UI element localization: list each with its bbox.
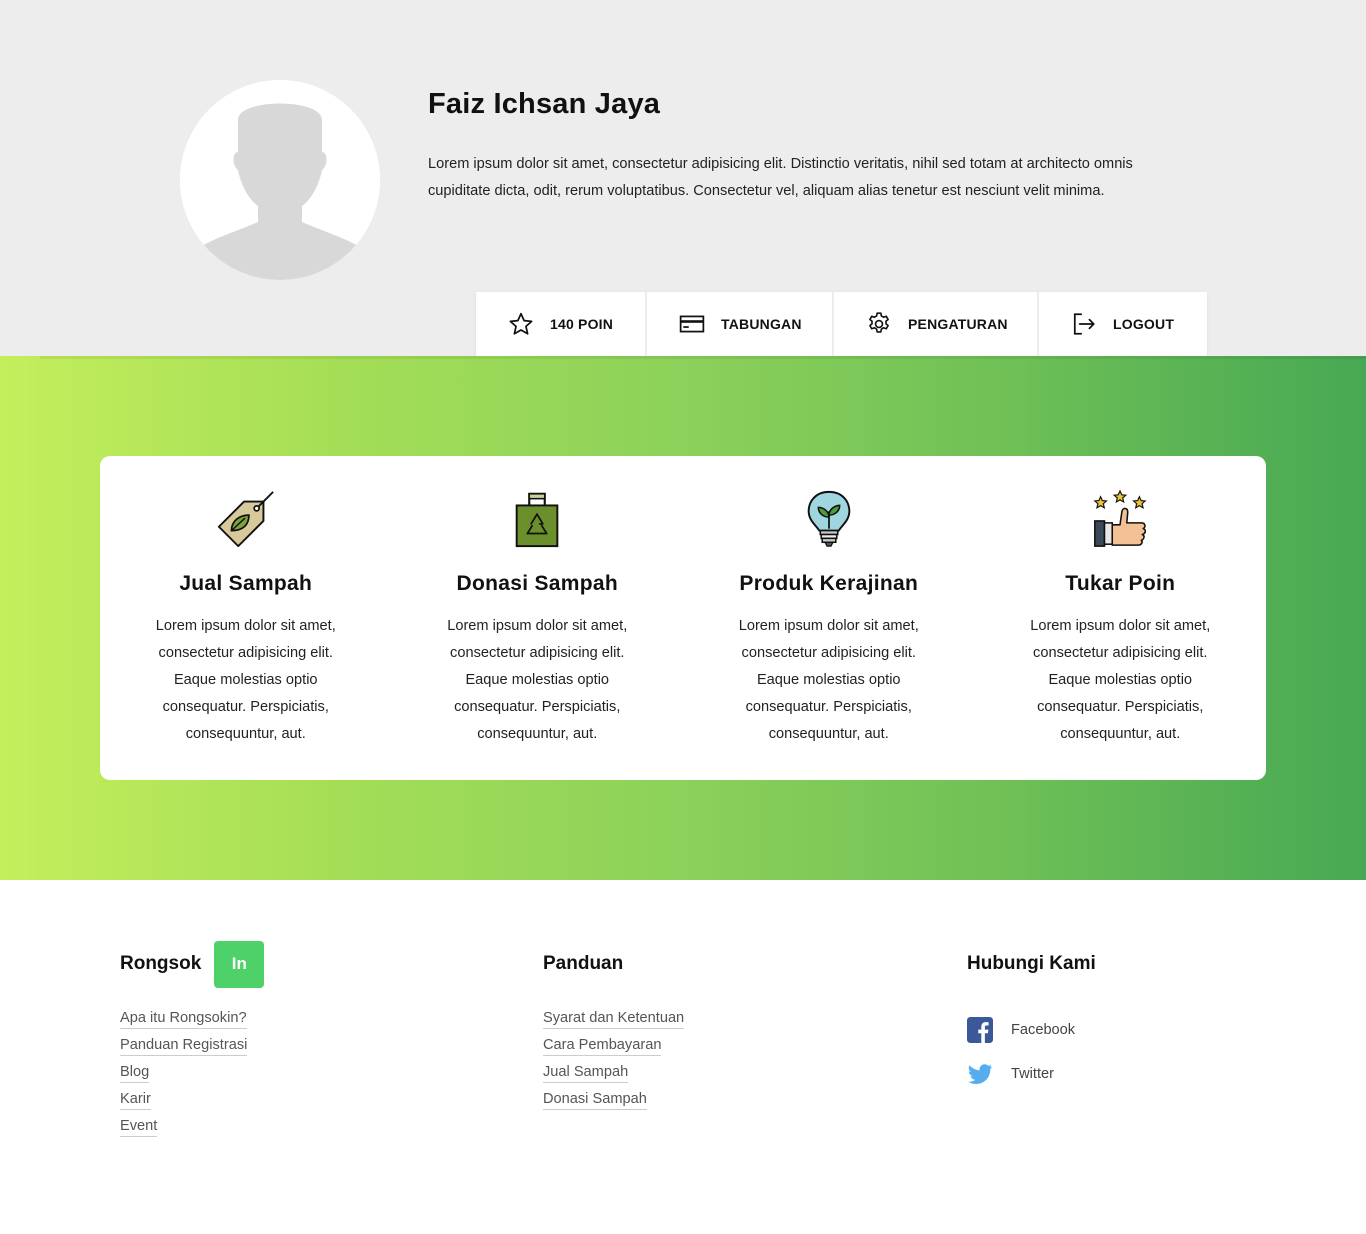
profile-header: Faiz Ichsan Jaya Lorem ipsum dolor sit a… [0,0,1366,356]
feature-description: Lorem ipsum dolor sit amet, consectetur … [1030,618,1211,742]
feature-description: Lorem ipsum dolor sit amet, consectetur … [738,618,919,742]
plant-bulb-icon [798,488,860,550]
features-card: Jual Sampah Lorem ipsum dolor sit amet, … [100,456,1266,780]
brand-badge: In [214,940,265,988]
guide-heading: Panduan [543,953,624,974]
logout-label: LOGOUT [1113,316,1175,332]
points-button[interactable]: 140 POIN [476,292,647,356]
footer-link[interactable]: Apa itu Rongsokin? [120,1008,247,1029]
feature-donasi-sampah[interactable]: Donasi Sampah Lorem ipsum dolor sit amet… [392,456,684,780]
settings-button[interactable]: PENGATURAN [834,292,1039,356]
profile-menu: 140 POIN TABUNGAN PENGATURAN LOGOUT [476,292,1207,356]
footer-brand-column: Rongsok In Apa itu Rongsokin? Panduan Re… [120,940,265,1143]
leaf-tag-icon [215,488,277,550]
twitter-icon [967,1061,993,1087]
footer-brand: Rongsok In [120,940,265,988]
facebook-label: Facebook [1011,1022,1076,1038]
band-divider [40,356,1366,359]
twitter-link[interactable]: Twitter [967,1052,1096,1096]
footer: Rongsok In Apa itu Rongsokin? Panduan Re… [0,880,1366,1234]
brand-links: Apa itu Rongsokin? Panduan Registrasi Bl… [120,1008,264,1137]
footer-guide-column: Panduan Syarat dan Ketentuan Cara Pembay… [543,940,685,1116]
gear-icon [866,311,892,337]
feature-tukar-poin[interactable]: Tukar Poin Lorem ipsum dolor sit amet, c… [975,456,1267,780]
footer-link[interactable]: Jual Sampah [543,1062,629,1083]
user-silhouette-icon [180,80,380,280]
feature-title: Donasi Sampah [456,572,618,595]
feature-description: Lorem ipsum dolor sit amet, consectetur … [155,618,336,742]
footer-link[interactable]: Event [120,1116,158,1137]
feature-title: Tukar Poin [1065,572,1176,595]
avatar [180,80,380,280]
footer-link[interactable]: Cara Pembayaran [543,1035,662,1056]
logout-icon [1071,311,1097,337]
savings-button[interactable]: TABUNGAN [647,292,834,356]
feature-jual-sampah[interactable]: Jual Sampah Lorem ipsum dolor sit amet, … [100,456,392,780]
feature-title: Produk Kerajinan [739,572,919,595]
social-links: Facebook Twitter [967,1008,1096,1096]
thumbs-up-stars-icon [1089,488,1151,550]
settings-label: PENGATURAN [908,316,1008,332]
feature-description: Lorem ipsum dolor sit amet, consectetur … [447,618,628,742]
contact-heading: Hubungi Kami [967,953,1096,974]
footer-link[interactable]: Syarat dan Ketentuan [543,1008,685,1029]
savings-label: TABUNGAN [721,316,802,332]
twitter-label: Twitter [1011,1066,1054,1082]
feature-produk-kerajinan[interactable]: Produk Kerajinan Lorem ipsum dolor sit a… [683,456,975,780]
footer-link[interactable]: Panduan Registrasi [120,1035,248,1056]
credit-card-icon [679,311,705,337]
feature-title: Jual Sampah [179,572,313,595]
facebook-icon [967,1017,993,1043]
footer-link[interactable]: Donasi Sampah [543,1089,647,1110]
logout-button[interactable]: LOGOUT [1039,292,1207,356]
brand-name: Rongsok [120,953,202,974]
footer-contact-column: Hubungi Kami Facebook Twitter [967,940,1096,1096]
footer-link[interactable]: Blog [120,1062,150,1083]
facebook-link[interactable]: Facebook [967,1008,1096,1052]
points-label: 140 POIN [550,316,614,332]
footer-link[interactable]: Karir [120,1089,151,1110]
profile-bio: Lorem ipsum dolor sit amet, consectetur … [428,156,1133,199]
recycle-bag-icon [506,488,568,550]
star-icon [508,311,534,337]
guide-links: Syarat dan Ketentuan Cara Pembayaran Jua… [543,1008,685,1110]
profile-name: Faiz Ichsan Jaya [428,88,661,120]
